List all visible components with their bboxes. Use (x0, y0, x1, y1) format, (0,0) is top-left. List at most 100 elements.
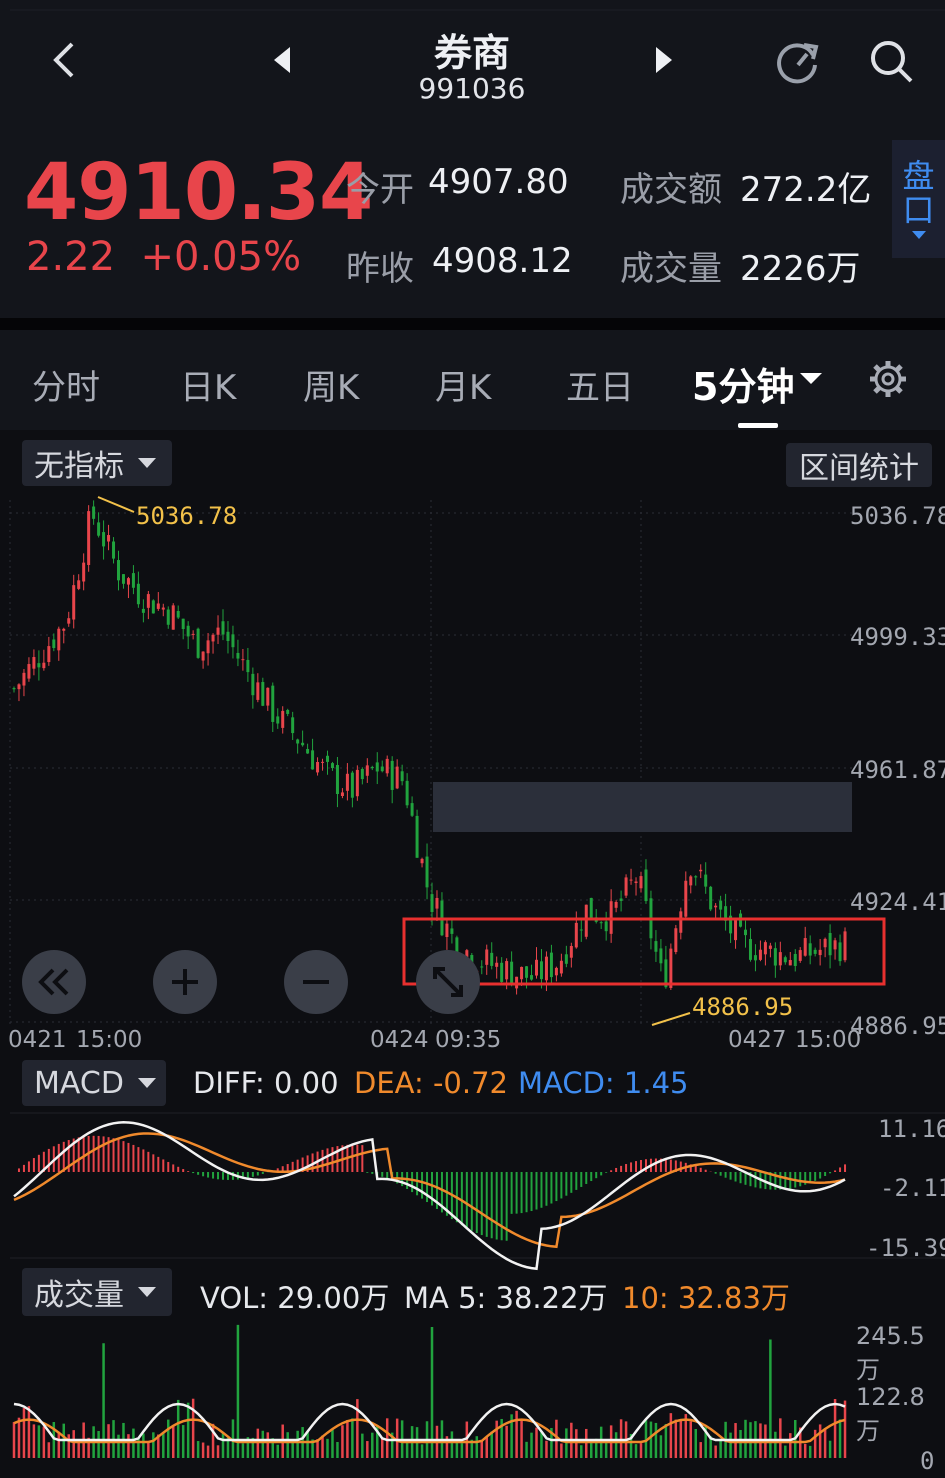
candle-body (126, 578, 130, 585)
zoom-out-button[interactable] (284, 950, 348, 1014)
candle-body (753, 955, 757, 961)
candle-body (390, 760, 394, 790)
candle-body (495, 962, 499, 967)
candle-body (256, 682, 260, 700)
candle-body (704, 874, 708, 887)
candle-body (296, 739, 300, 744)
candle-body (226, 631, 230, 641)
candle-body (161, 607, 165, 610)
candle-body (510, 961, 514, 986)
candle-body (778, 952, 782, 966)
candle-body (350, 772, 354, 798)
candle-body (828, 933, 832, 956)
x-label-time-1: 15:00 (76, 1027, 143, 1053)
y-tick-2: 4999.33 (850, 623, 945, 651)
macd-y-tick-1: 11.16 (878, 1115, 945, 1143)
candle-body (629, 879, 633, 881)
candle-body (236, 652, 240, 659)
candle-body (405, 780, 409, 806)
candle-body (758, 949, 762, 960)
candle-body (450, 928, 454, 934)
candle-body (808, 943, 812, 956)
candle-body (330, 763, 334, 769)
volume-ma5: MA 5: 38.22万 (404, 1281, 608, 1315)
candle-body (669, 948, 673, 988)
candle-body (261, 682, 265, 706)
candle-body (221, 621, 225, 635)
volume-value-label: VOL: 29.00万 (200, 1281, 390, 1315)
zoom-in-button[interactable] (153, 950, 217, 1014)
candle-body (425, 856, 429, 888)
candle-body (734, 920, 738, 941)
candle-body (823, 938, 827, 948)
candle-body (22, 672, 26, 686)
macd-diff-line (13, 1121, 846, 1271)
candle-body (62, 628, 66, 631)
caret-down-icon (137, 1078, 156, 1088)
candle-body (634, 881, 638, 884)
y-tick-4: 4924.41 (850, 888, 945, 916)
candle-body (355, 769, 359, 797)
candle-body (500, 962, 504, 982)
volume-ma10: 10: 32.83万 (622, 1281, 790, 1315)
candle-body (569, 946, 573, 958)
low-price-label: 4886.95 (692, 993, 794, 1021)
candle-body (246, 659, 250, 673)
candle-body (584, 904, 588, 937)
vol-y-tick-1: 245.5万 (856, 1322, 925, 1384)
candle-body (818, 949, 822, 956)
candle-body (435, 897, 439, 909)
candle-body (599, 922, 603, 924)
candle-body (525, 966, 529, 978)
candle-body (92, 506, 96, 519)
candle-body (803, 938, 807, 956)
candle-body (211, 634, 215, 642)
candle-body (694, 876, 698, 878)
x-label-date-1: 0421 (8, 1027, 67, 1053)
kline-chart[interactable] (0, 0, 945, 1478)
macd-y-tick-3: -15.39 (866, 1234, 945, 1262)
candle-body (813, 949, 817, 954)
candle-body (32, 657, 36, 669)
candle-body (326, 755, 329, 762)
candle-body (316, 762, 320, 773)
candle-body (783, 957, 787, 963)
candle-body (365, 765, 369, 776)
candle-body (410, 803, 414, 816)
candle-body (97, 522, 101, 536)
candle-body (798, 950, 802, 961)
candle-body (171, 605, 175, 630)
candle-body (654, 941, 658, 952)
candle-body (306, 748, 310, 754)
candle-body (136, 583, 140, 605)
candle-body (181, 618, 185, 630)
candle-body (380, 766, 384, 772)
candle-body (17, 684, 21, 690)
candle-body (72, 585, 76, 620)
candle-body (301, 742, 305, 746)
volume-dropdown[interactable]: 成交量 (22, 1268, 172, 1316)
candle-body (276, 716, 280, 724)
candle-body (415, 815, 419, 858)
fullscreen-button[interactable] (416, 950, 480, 1014)
macd-dropdown-label: MACD (34, 1065, 124, 1101)
candle-body (674, 928, 678, 953)
candle-body (27, 664, 31, 679)
candle-body (793, 953, 797, 966)
candle-body (788, 960, 792, 966)
x-label-date-3: 0427 (728, 1027, 787, 1053)
candle-body (549, 952, 553, 978)
macd-dropdown[interactable]: MACD (22, 1060, 166, 1106)
candle-body (838, 942, 842, 962)
candle-body (77, 580, 81, 589)
plus-icon (172, 969, 198, 995)
candle-body (37, 663, 41, 668)
scroll-left-button[interactable] (22, 950, 86, 1014)
candle-body (689, 876, 693, 886)
volume-dropdown-label: 成交量 (34, 1278, 124, 1313)
expand-icon (433, 967, 463, 997)
candle-body (614, 902, 618, 908)
candle-body (131, 573, 135, 588)
caret-down-icon (138, 1287, 156, 1297)
candle-body (773, 948, 777, 966)
